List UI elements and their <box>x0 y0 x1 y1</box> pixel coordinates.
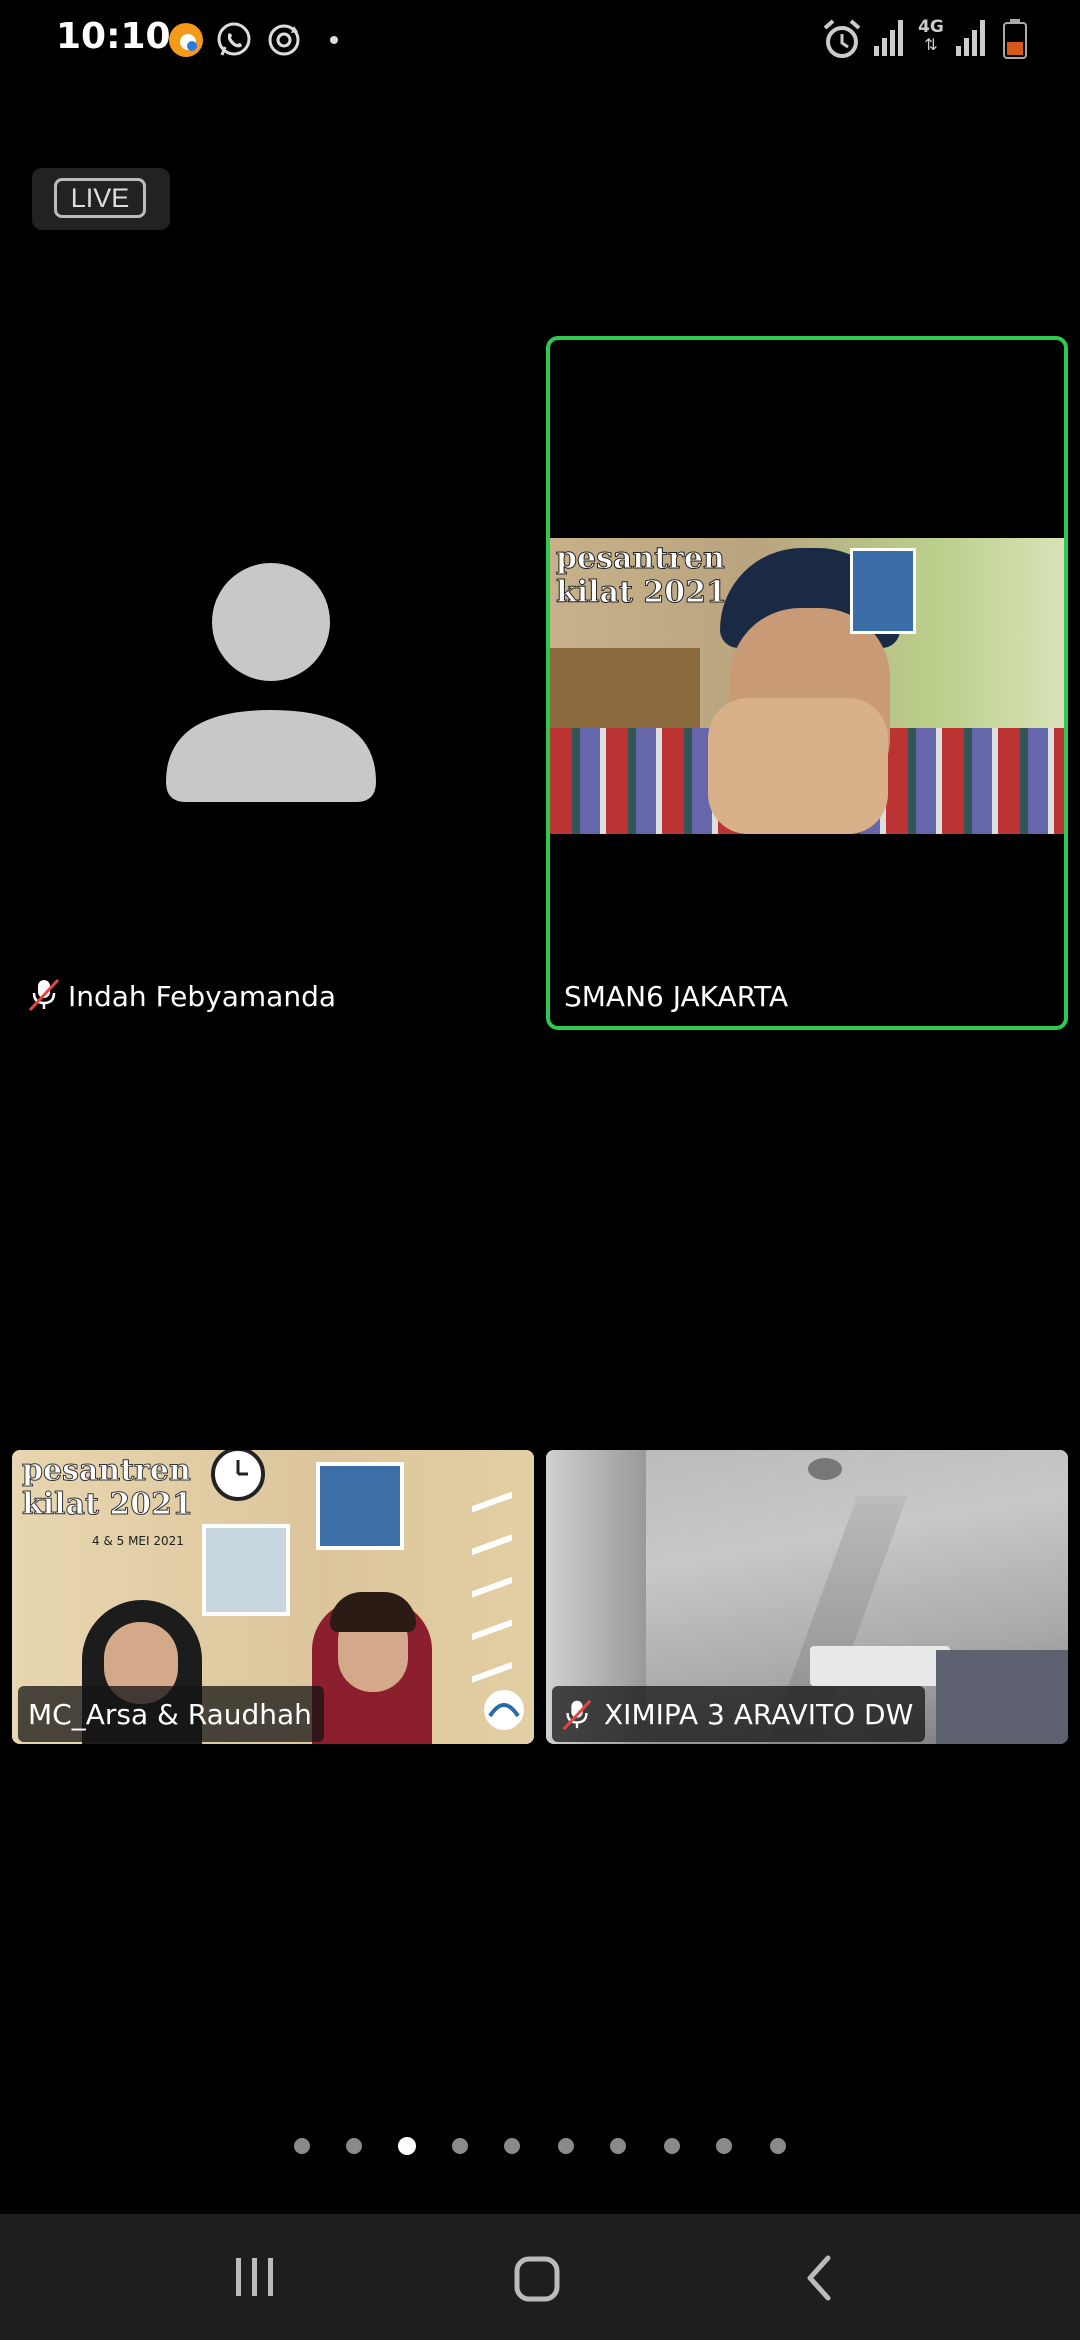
network-type-label: 4G <box>918 17 944 37</box>
4g-icon: 4G ⇅ <box>914 18 948 60</box>
page-dot-active[interactable] <box>398 2137 416 2155</box>
alarm-icon <box>823 19 861 58</box>
live-label: LIVE <box>54 178 146 218</box>
person-right-hair <box>330 1592 416 1632</box>
page-dot[interactable] <box>716 2138 732 2154</box>
participant-name: XIMIPA 3 ARAVITO DW <box>604 1697 914 1731</box>
more-dot-icon <box>330 36 338 44</box>
page-dot[interactable] <box>346 2138 362 2154</box>
mic-muted-icon <box>28 978 60 1012</box>
air-conditioner <box>810 1646 950 1686</box>
page-dot[interactable] <box>294 2138 310 2154</box>
participant-name-pill: MC_Arsa & Raudhah <box>18 1686 324 1742</box>
banner-date: 4 & 5 MEI 2021 <box>92 1534 184 1548</box>
participant-name: Indah Febyamanda <box>68 980 336 1013</box>
live-badge[interactable]: LIVE <box>32 168 170 230</box>
sync-icon <box>268 24 300 56</box>
page-dot[interactable] <box>504 2138 520 2154</box>
portrait-frame <box>316 1462 404 1550</box>
video-feed: pesantren kilat 2021 <box>550 538 1064 834</box>
portrait-frame <box>202 1524 290 1616</box>
whatsapp-icon <box>217 22 251 56</box>
portrait-frame <box>850 548 916 634</box>
page-dot[interactable] <box>558 2138 574 2154</box>
battery-icon <box>1003 19 1027 59</box>
participant-tile-active[interactable]: pesantren kilat 2021 SMAN6 JAKARTA <box>546 336 1068 1030</box>
page-dot[interactable] <box>664 2138 680 2154</box>
page-dot[interactable] <box>770 2138 786 2154</box>
trophy-shelf <box>550 648 700 728</box>
wall-stripes <box>472 1470 512 1710</box>
ceiling-light <box>808 1458 842 1480</box>
signal-icon <box>874 20 903 56</box>
page-dot[interactable] <box>610 2138 626 2154</box>
participant-tile[interactable]: Indah Febyamanda <box>12 336 534 1030</box>
status-time: 10:10 <box>56 16 171 57</box>
data-arrows-icon: ⇅ <box>924 35 938 54</box>
recents-button[interactable] <box>232 2254 278 2300</box>
participant-tile[interactable]: pesantren kilat 2021 4 & 5 MEI 2021 MC_A… <box>12 1450 534 1744</box>
participant-name: MC_Arsa & Raudhah <box>28 1697 312 1731</box>
home-button[interactable] <box>512 2254 562 2304</box>
status-bar: 10:10 4G ⇅ <box>0 0 1080 80</box>
participant-name-pill: XIMIPA 3 ARAVITO DW <box>552 1686 926 1742</box>
participant-name: SMAN6 JAKARTA <box>564 980 789 1013</box>
page-dot[interactable] <box>452 2138 468 2154</box>
blanket <box>936 1650 1068 1744</box>
navigation-bar <box>0 2214 1080 2340</box>
person-hands <box>708 698 888 834</box>
app-notification-icon <box>169 23 203 57</box>
back-button[interactable] <box>800 2254 840 2302</box>
mic-muted-icon <box>562 1699 592 1731</box>
signal-icon-2 <box>956 20 985 56</box>
participant-tile[interactable]: XIMIPA 3 ARAVITO DW <box>546 1450 1068 1744</box>
page-indicator[interactable] <box>0 2130 1080 2160</box>
avatar-placeholder-icon <box>166 563 376 802</box>
clock-decoration-icon <box>211 1450 265 1501</box>
school-logo-icon <box>484 1690 524 1730</box>
